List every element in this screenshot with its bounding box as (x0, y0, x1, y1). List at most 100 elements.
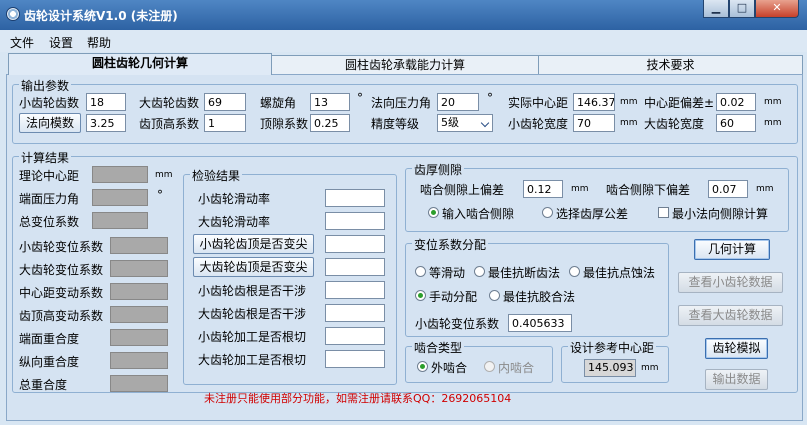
check-value-1 (325, 212, 385, 230)
view-big-gear-button[interactable]: 查看大齿轮数据 (678, 305, 783, 326)
check-label-7: 大齿轮加工是否根切 (198, 353, 307, 367)
w1-mm-unit: mm (620, 118, 638, 128)
center-label: 实际中心距 (508, 96, 569, 110)
radio-equal-slide-label: 等滑动 (429, 266, 466, 280)
tab-load-capacity[interactable]: 圆柱齿轮承载能力计算 (271, 55, 539, 75)
result-label-2: 总变位系数 (19, 215, 80, 229)
grade-select[interactable]: 5级 (437, 114, 493, 132)
check-value-2 (325, 235, 385, 253)
radio-manual[interactable] (415, 290, 426, 301)
tab-geometry[interactable]: 圆柱齿轮几何计算 (8, 53, 272, 75)
check-value-0 (325, 189, 385, 207)
check-label-6: 小齿轮加工是否根切 (198, 330, 307, 344)
check-label-4: 小齿轮齿根是否干涉 (198, 284, 307, 298)
center-dev-label: 中心距偏差± (644, 96, 715, 110)
center-dev-input[interactable] (716, 93, 756, 111)
check-small-tip-button[interactable]: 小齿轮齿顶是否变尖 (193, 234, 314, 254)
check-label-5: 大齿轮齿根是否干涉 (198, 307, 307, 321)
helix-input[interactable] (310, 93, 350, 111)
center-mm-unit: mm (620, 97, 638, 107)
result-value-3 (110, 237, 168, 254)
tip-label: 顶隙系数 (260, 117, 309, 131)
x1-label: 小齿轮变位系数 (415, 317, 500, 331)
menu-bar: 文件 设置 帮助 (0, 30, 807, 52)
z1-label: 小齿轮齿数 (19, 96, 80, 110)
z2-label: 大齿轮齿数 (139, 96, 200, 110)
module-input[interactable] (86, 114, 126, 132)
result-value-6 (110, 306, 168, 323)
w2-input[interactable] (716, 114, 756, 132)
pressure-deg-unit: ° (487, 91, 493, 105)
result-value-7 (110, 329, 168, 346)
menu-help[interactable]: 帮助 (87, 34, 111, 51)
pressure-input[interactable] (437, 93, 479, 111)
check-value-6 (325, 327, 385, 345)
result-deg-unit: ° (157, 188, 163, 202)
radio-input-backlash[interactable] (428, 207, 439, 218)
result-label-9: 总重合度 (19, 378, 68, 392)
ref-center-mm-unit: mm (641, 363, 659, 373)
result-value-5 (110, 283, 168, 300)
app-window: 齿轮设计系统V1.0 (未注册) ▁ □ ✕ 文件 设置 帮助 圆柱齿轮几何计算… (0, 0, 807, 425)
w1-input[interactable] (573, 114, 615, 132)
calc-results-legend: 计算结果 (19, 149, 72, 166)
output-params-group: 输出参数 小齿轮齿数 大齿轮齿数 螺旋角 ° 法向压力角 ° 实际中心距 mm … (12, 77, 798, 144)
radio-thickness-tolerance[interactable] (542, 207, 553, 218)
window-title: 齿轮设计系统V1.0 (未注册) (24, 9, 178, 23)
gear-simulation-button[interactable]: 齿轮模拟 (705, 338, 768, 359)
checkbox-min-backlash-label: 最小法向侧隙计算 (672, 207, 769, 221)
tab-strip: 圆柱齿轮几何计算 圆柱齿轮承载能力计算 技术要求 (0, 53, 807, 75)
close-icon: ✕ (772, 1, 782, 14)
pressure-label: 法向压力角 (371, 96, 432, 110)
menu-file[interactable]: 文件 (10, 34, 34, 51)
radio-external-mesh[interactable] (417, 361, 428, 372)
mesh-type-group: 啮合类型 外啮合 内啮合 (405, 339, 553, 383)
radio-input-backlash-label: 输入啮合侧隙 (442, 207, 515, 221)
export-data-button[interactable]: 输出数据 (705, 369, 768, 390)
mesh-type-legend: 啮合类型 (412, 339, 465, 356)
close-button[interactable]: ✕ (755, 0, 799, 18)
radio-anti-break[interactable] (474, 266, 485, 277)
tab-tech-requirements[interactable]: 技术要求 (538, 55, 803, 75)
addendum-input[interactable] (204, 114, 246, 132)
radio-anti-pitting[interactable] (569, 266, 580, 277)
result-value-9 (110, 375, 168, 392)
check-value-5 (325, 304, 385, 322)
helix-label: 螺旋角 (260, 96, 297, 110)
backlash-lower-input[interactable] (708, 180, 748, 198)
check-results-legend: 检验结果 (190, 167, 243, 184)
tip-input[interactable] (310, 114, 350, 132)
title-bar: 齿轮设计系统V1.0 (未注册) ▁ □ ✕ (0, 0, 807, 30)
result-label-8: 纵向重合度 (19, 355, 80, 369)
x1-input[interactable] (508, 314, 572, 332)
center-dev-mm-unit: mm (764, 97, 782, 107)
checkbox-min-backlash[interactable] (658, 207, 669, 218)
z2-input[interactable] (204, 93, 246, 111)
geometry-calc-button[interactable]: 几何计算 (694, 239, 770, 260)
result-value-2 (92, 212, 148, 229)
check-results-group: 检验结果 小齿轮滑动率 大齿轮滑动率 小齿轮齿顶是否变尖 大齿轮齿顶是否变尖 小… (183, 167, 397, 385)
backlash-lower-label: 啮合侧隙下偏差 (606, 183, 691, 197)
check-big-tip-button[interactable]: 大齿轮齿顶是否变尖 (193, 257, 314, 277)
radio-anti-pitting-label: 最佳抗点蚀法 (583, 266, 656, 280)
minimize-icon: ▁ (711, 1, 721, 14)
view-small-gear-button[interactable]: 查看小齿轮数据 (678, 272, 783, 293)
center-input[interactable] (573, 93, 615, 111)
backlash-upper-input[interactable] (523, 180, 563, 198)
radio-anti-scuffing[interactable] (489, 290, 500, 301)
radio-internal-mesh-label: 内啮合 (498, 361, 535, 375)
ref-center-group: 设计参考中心距 145.093 mm (561, 339, 669, 383)
radio-anti-break-label: 最佳抗断齿法 (488, 266, 561, 280)
w1-label: 小齿轮宽度 (508, 117, 569, 131)
result-label-0: 理论中心距 (19, 169, 80, 183)
minimize-button[interactable]: ▁ (703, 0, 729, 18)
radio-equal-slide[interactable] (415, 266, 426, 277)
radio-internal-mesh[interactable] (484, 361, 495, 372)
maximize-button[interactable]: □ (729, 0, 755, 18)
normal-module-button[interactable]: 法向模数 (19, 113, 81, 133)
result-label-1: 端面压力角 (19, 192, 80, 206)
gear-app-icon (6, 7, 20, 21)
menu-settings[interactable]: 设置 (49, 34, 73, 51)
z1-input[interactable] (86, 93, 126, 111)
radio-manual-label: 手动分配 (429, 290, 478, 304)
